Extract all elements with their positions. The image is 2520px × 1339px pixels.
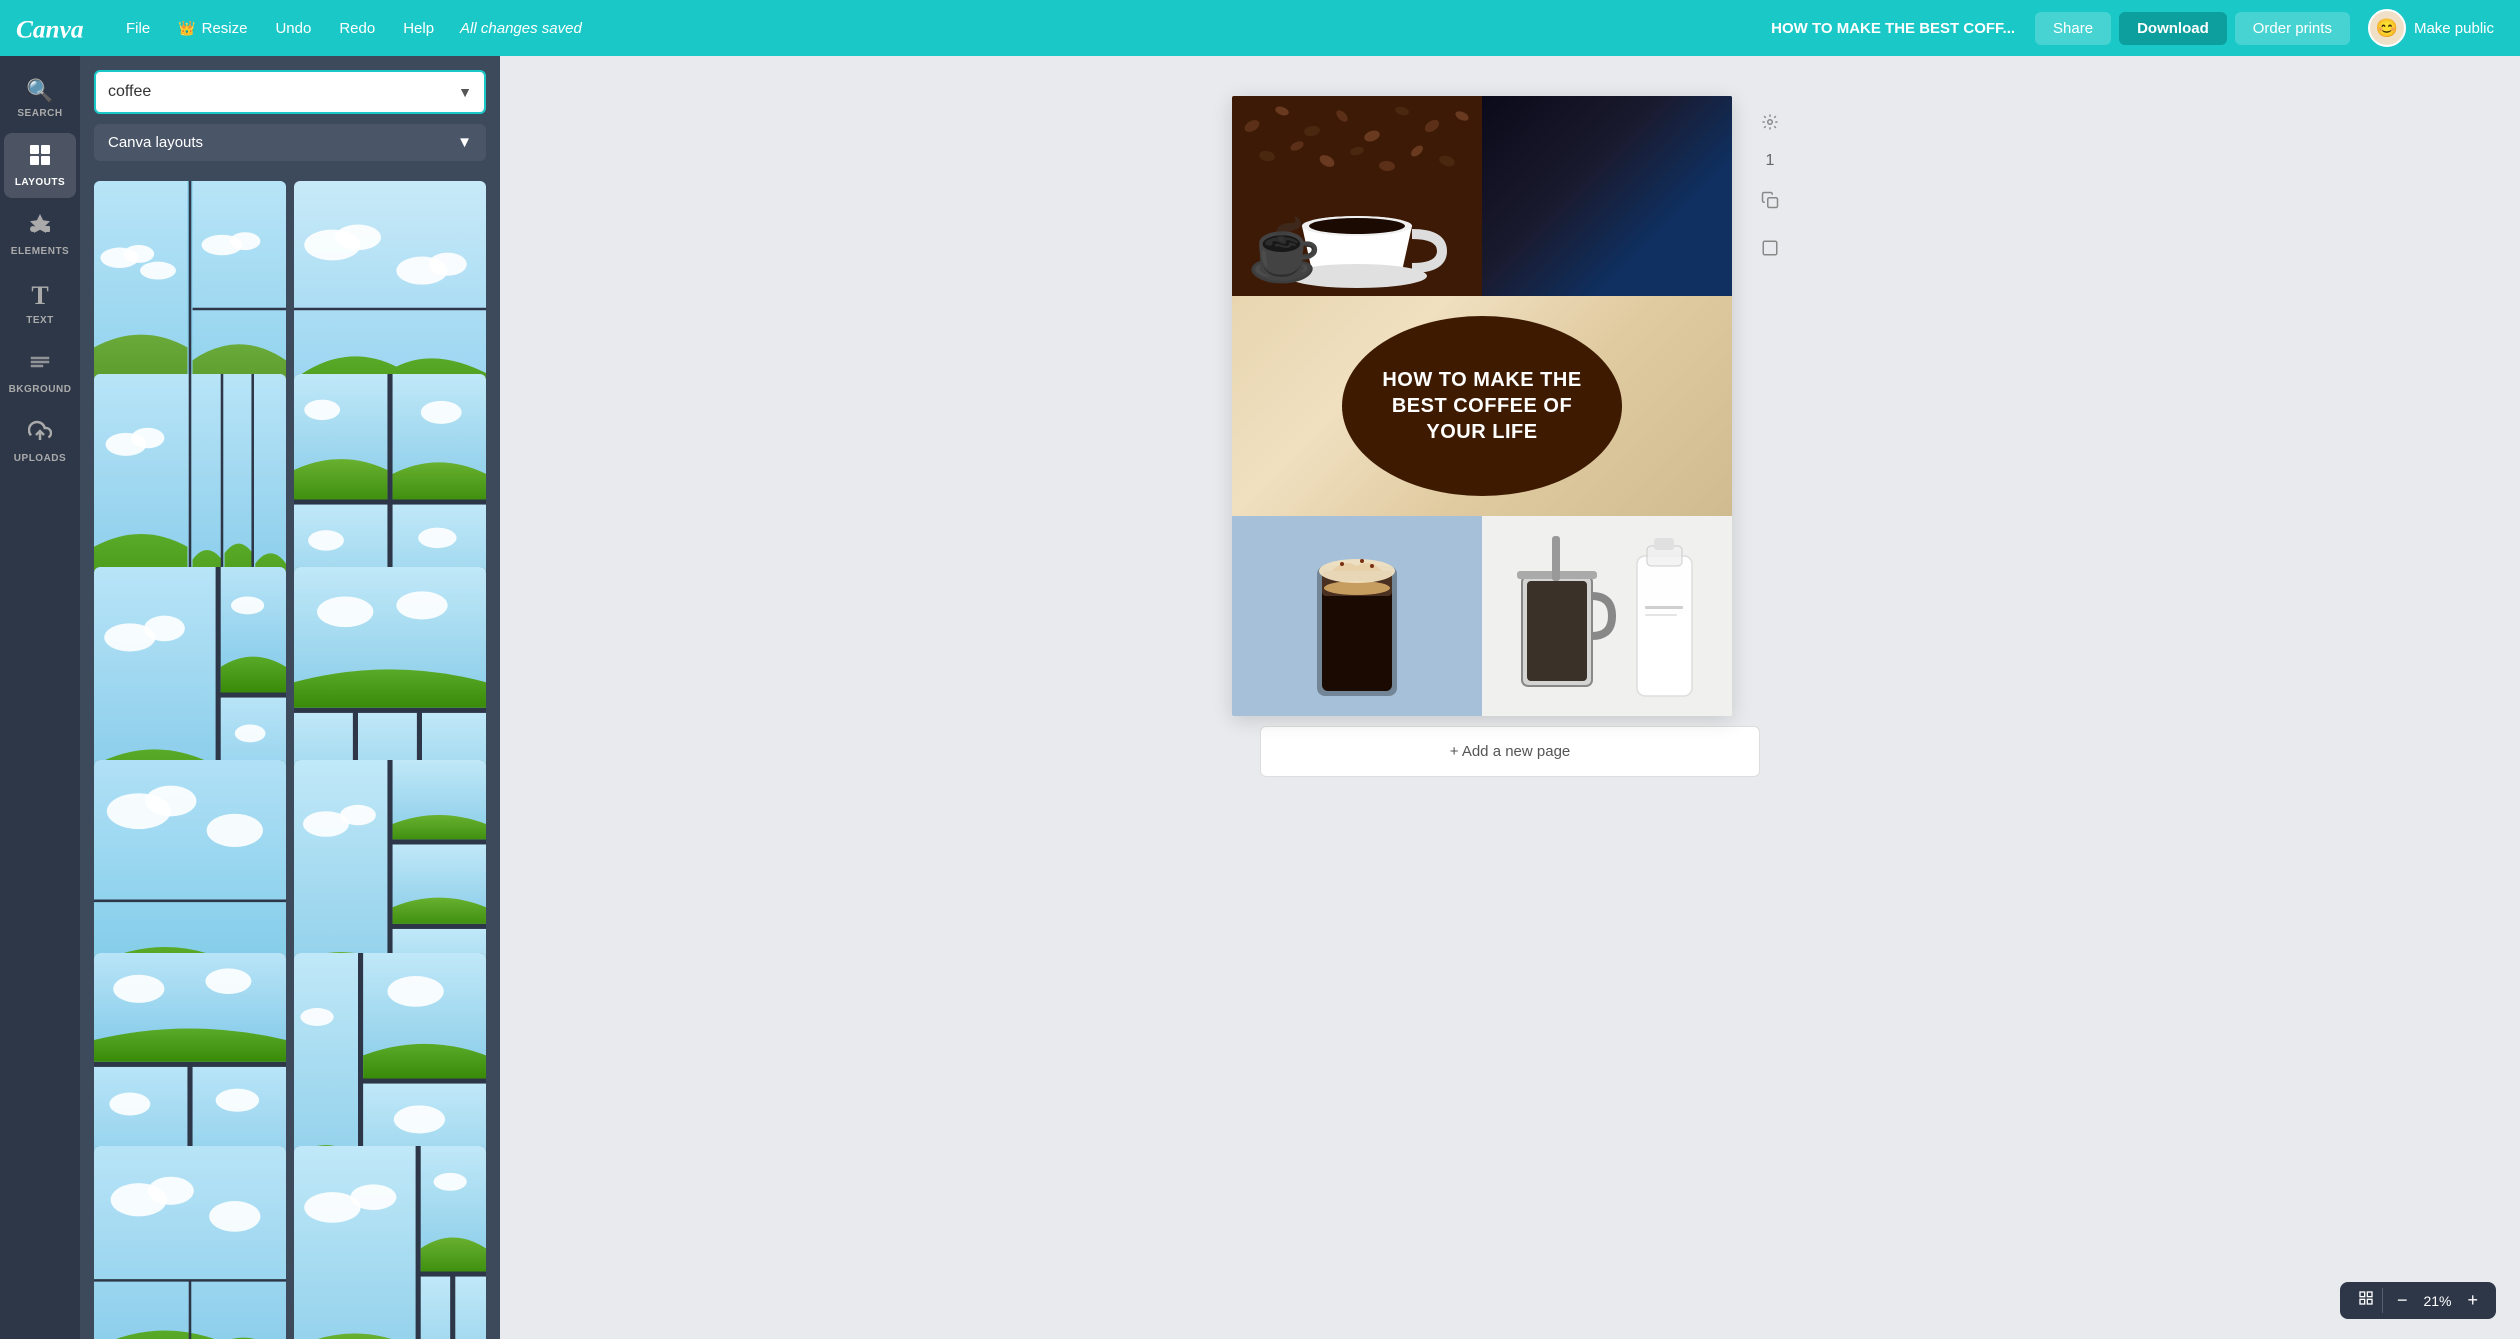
canvas-area: HOW TO MAKE THE BEST COFFEE OF YOUR LIFE — [500, 56, 2520, 1339]
search-dropdown-arrow[interactable]: ▼ — [458, 84, 472, 100]
coffee-oval: HOW TO MAKE THE BEST COFFEE OF YOUR LIFE — [1342, 316, 1622, 496]
make-public-button[interactable]: 😊 Make public — [2358, 3, 2504, 53]
svg-text:Canva: Canva — [16, 15, 84, 43]
order-prints-button[interactable]: Order prints — [2235, 12, 2350, 45]
main-body: 🔍 SEARCH LAYOUTS ELE — [0, 56, 2520, 1339]
autosave-status: All changes saved — [452, 20, 590, 37]
zoom-controls: − 21% + — [2340, 1282, 2496, 1319]
share-button[interactable]: Share — [2035, 12, 2111, 45]
canvas-image-bottom-left[interactable] — [1232, 516, 1482, 716]
background-icon — [28, 350, 52, 380]
elements-icon — [28, 212, 52, 242]
design-canvas[interactable]: HOW TO MAKE THE BEST COFFEE OF YOUR LIFE — [1232, 96, 1732, 716]
zoom-level: 21% — [2417, 1293, 2457, 1309]
layout-thumb-11[interactable] — [94, 1146, 286, 1339]
page-number: 1 — [1766, 152, 1775, 170]
zoom-in-button[interactable]: + — [2459, 1288, 2486, 1313]
sidebar-item-uploads[interactable]: UPLOADS — [4, 409, 76, 474]
canva-logo[interactable]: Canva — [16, 12, 96, 44]
sidebar-item-elements[interactable]: ELEMENTS — [4, 202, 76, 267]
search-input[interactable] — [108, 83, 458, 101]
delete-page-button[interactable] — [1752, 230, 1788, 266]
menu-undo[interactable]: Undo — [265, 14, 321, 43]
sidebar-item-text[interactable]: T TEXT — [4, 271, 76, 336]
sidebar-item-background[interactable]: BKGROUND — [4, 340, 76, 405]
canvas-image-bottom-right[interactable] — [1482, 516, 1732, 716]
canvas-middle-section[interactable]: HOW TO MAKE THE BEST COFFEE OF YOUR LIFE — [1232, 296, 1732, 516]
search-icon: 🔍 — [26, 78, 53, 104]
uploads-icon — [28, 419, 52, 449]
sidebar-item-search[interactable]: 🔍 SEARCH — [4, 68, 76, 129]
add-page-button[interactable]: + Add a new page — [1260, 726, 1760, 777]
menu-help[interactable]: Help — [393, 14, 444, 43]
layouts-dropdown[interactable]: Canva layouts ▼ — [94, 124, 486, 161]
layouts-grid — [80, 173, 500, 1339]
canvas-options-button[interactable] — [1752, 104, 1788, 140]
canvas-title: HOW TO MAKE THE BEST COFFEE OF YOUR LIFE — [1362, 367, 1602, 445]
sidebar-item-layouts[interactable]: LAYOUTS — [4, 133, 76, 198]
canvas-wrapper: HOW TO MAKE THE BEST COFFEE OF YOUR LIFE — [1232, 96, 1788, 716]
canvas-image-top-right[interactable] — [1482, 96, 1732, 296]
avatar[interactable]: 😊 — [2368, 9, 2406, 47]
text-icon: T — [31, 281, 48, 311]
download-button[interactable]: Download — [2119, 12, 2227, 45]
menu-resize[interactable]: 👑 Resize — [168, 14, 257, 43]
layouts-dropdown-label: Canva layouts — [108, 134, 203, 151]
menu-file[interactable]: File — [116, 14, 160, 43]
menu-redo[interactable]: Redo — [329, 14, 385, 43]
topbar: Canva File 👑 Resize Undo Redo Help All c… — [0, 0, 2520, 56]
add-page-label: + Add a new page — [1450, 743, 1571, 760]
layouts-icon — [28, 143, 52, 173]
chevron-down-icon: ▼ — [457, 134, 472, 151]
layout-thumb-12[interactable] — [294, 1146, 486, 1339]
zoom-out-button[interactable]: − — [2389, 1288, 2416, 1313]
duplicate-page-button[interactable] — [1752, 182, 1788, 218]
sidebar-icons: 🔍 SEARCH LAYOUTS ELE — [0, 56, 80, 1339]
canvas-image-top-left[interactable] — [1232, 96, 1482, 296]
zoom-fit-button[interactable] — [2350, 1288, 2383, 1313]
document-title: HOW TO MAKE THE BEST COFF... — [1759, 14, 2027, 43]
canvas-top-row — [1232, 96, 1732, 296]
search-box: ▼ — [94, 70, 486, 114]
left-panel: ▼ Canva layouts ▼ — [80, 56, 500, 1339]
canvas-bottom-row — [1232, 516, 1732, 716]
canvas-side-controls: 1 — [1752, 96, 1788, 266]
search-box-wrap: ▼ — [80, 56, 500, 124]
crown-icon: 👑 — [178, 20, 195, 37]
